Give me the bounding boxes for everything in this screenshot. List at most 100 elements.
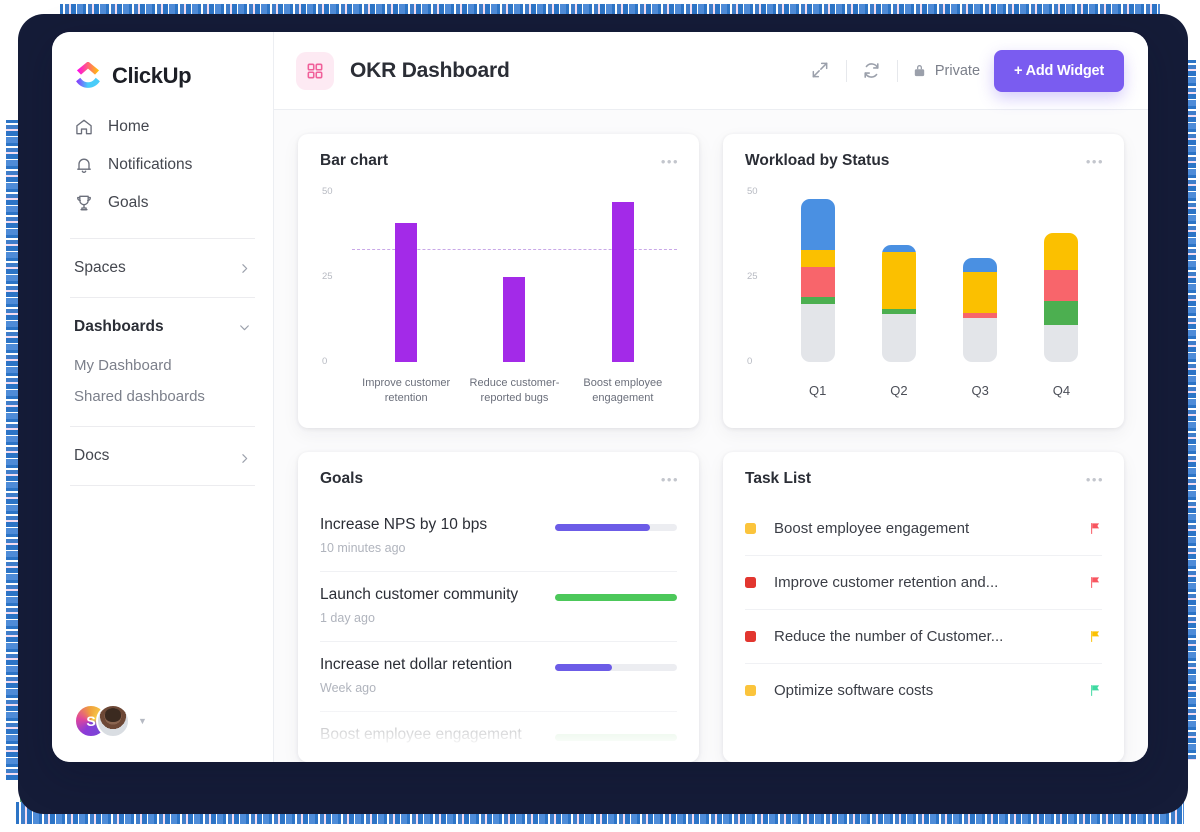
stacked-bars: [777, 192, 1102, 362]
goal-timestamp: Week ago: [320, 681, 377, 695]
task-status-indicator[interactable]: [745, 685, 756, 696]
topbar: OKR Dashboard Private + Add Widget: [274, 32, 1148, 110]
task-row[interactable]: Boost employee engagement: [745, 502, 1102, 556]
widget-title: Workload by Status: [745, 152, 890, 169]
bar-group[interactable]: [777, 192, 858, 362]
bar-segment[interactable]: [963, 317, 998, 362]
sidebar-item-label: Notifications: [108, 156, 193, 173]
brand[interactable]: ClickUp: [52, 32, 273, 90]
user-avatars[interactable]: S ▼: [74, 704, 147, 738]
widget-menu-icon[interactable]: •••: [661, 472, 679, 487]
sidebar-item-my-dashboard[interactable]: My Dashboard: [52, 350, 273, 381]
sidebar-item-home[interactable]: Home: [52, 108, 273, 146]
y-axis-tick: 0: [747, 356, 753, 367]
flag-icon[interactable]: [1089, 575, 1102, 590]
sidebar-item-goals[interactable]: Goals: [52, 184, 273, 222]
task-status-indicator[interactable]: [745, 523, 756, 534]
goal-item[interactable]: Increase NPS by 10 bps 10 minutes ago: [320, 502, 677, 572]
bar-segment[interactable]: [881, 251, 916, 310]
add-widget-button[interactable]: + Add Widget: [994, 49, 1124, 92]
bar-segment[interactable]: [1044, 270, 1079, 301]
task-row[interactable]: Improve customer retention and...: [745, 556, 1102, 610]
bar-group[interactable]: [1021, 192, 1102, 362]
goal-item[interactable]: Increase net dollar retention Week ago: [320, 642, 677, 712]
bar-segment[interactable]: [800, 198, 835, 250]
bar-segment[interactable]: [1044, 324, 1079, 362]
sidebar: ClickUp Home Notifications Goals Spaces …: [52, 32, 274, 762]
bar-group[interactable]: [940, 192, 1021, 362]
bar[interactable]: [611, 202, 634, 362]
goal-timestamp: 10 minutes ago: [320, 541, 406, 555]
bar[interactable]: [503, 277, 526, 362]
bar-segment[interactable]: [963, 258, 998, 272]
bar[interactable]: [395, 222, 418, 362]
x-axis-label: Reduce customer-reported bugs: [469, 377, 560, 404]
bar-segment[interactable]: [800, 266, 835, 298]
flag-icon[interactable]: [1089, 521, 1102, 536]
goal-item[interactable]: Boost employee engagement: [320, 712, 677, 762]
y-axis-tick: 50: [747, 186, 758, 197]
chevron-right-icon: [238, 452, 251, 465]
task-name: Improve customer retention and...: [774, 574, 999, 591]
widget-menu-icon[interactable]: •••: [661, 154, 679, 169]
task-status-indicator[interactable]: [745, 631, 756, 642]
task-name: Boost employee engagement: [774, 520, 970, 537]
widget-menu-icon[interactable]: •••: [1086, 154, 1104, 169]
divider: [70, 297, 255, 298]
bar-segment[interactable]: [881, 244, 916, 252]
expand-icon[interactable]: [810, 60, 832, 82]
goal-item[interactable]: Launch customer community 1 day ago: [320, 572, 677, 642]
divider: [70, 426, 255, 427]
bar-segment[interactable]: [800, 304, 835, 362]
task-row[interactable]: Reduce the number of Customer...: [745, 610, 1102, 664]
stacked-bar[interactable]: [1044, 232, 1079, 362]
sidebar-section-dashboards[interactable]: Dashboards: [52, 304, 273, 350]
goal-name: Boost employee engagement: [320, 726, 522, 743]
widget-header: Task List •••: [723, 452, 1124, 488]
sidebar-section-label: Spaces: [74, 259, 126, 276]
flag-icon[interactable]: [1089, 629, 1102, 644]
goal-text: Launch customer community 1 day ago: [320, 586, 518, 625]
brand-name: ClickUp: [112, 63, 192, 88]
flag-icon[interactable]: [1089, 683, 1102, 698]
page-title: OKR Dashboard: [350, 58, 510, 82]
refresh-icon[interactable]: [861, 60, 883, 82]
bars: [352, 192, 677, 362]
goal-progress-fill: [555, 734, 677, 741]
bar-group[interactable]: [460, 192, 568, 362]
bar-segment[interactable]: [963, 271, 998, 313]
bar-chart-canvas: 0 25 50 Improve customer retention Reduce c…: [312, 178, 685, 410]
bar-group[interactable]: [352, 192, 460, 362]
sidebar-item-shared-dashboards[interactable]: Shared dashboards: [52, 381, 273, 412]
stacked-bar[interactable]: [881, 244, 916, 362]
bar-segment[interactable]: [800, 249, 835, 267]
stacked-bar[interactable]: [963, 258, 998, 362]
privacy-toggle[interactable]: Private: [912, 62, 980, 79]
x-axis-label: Q3: [971, 383, 989, 398]
bar-segment[interactable]: [881, 314, 916, 362]
stacked-bar[interactable]: [800, 198, 835, 362]
screenshot-frame: ClickUp Home Notifications Goals Spaces …: [0, 0, 1200, 832]
goal-text: Increase NPS by 10 bps 10 minutes ago: [320, 516, 487, 555]
x-axis-label: Q4: [1052, 383, 1071, 398]
task-row[interactable]: Optimize software costs: [745, 664, 1102, 717]
bar-group[interactable]: [858, 192, 939, 362]
avatar-photo[interactable]: [96, 704, 130, 738]
bar-segment[interactable]: [1044, 232, 1079, 271]
y-axis-tick: 50: [322, 186, 333, 197]
task-status-indicator[interactable]: [745, 577, 756, 588]
chevron-down-icon[interactable]: ▼: [138, 716, 147, 726]
sidebar-item-notifications[interactable]: Notifications: [52, 146, 273, 184]
bar-group[interactable]: [569, 192, 677, 362]
widget-header: Bar chart •••: [298, 134, 699, 170]
app-window: ClickUp Home Notifications Goals Spaces …: [52, 32, 1148, 762]
bar-segment[interactable]: [800, 297, 835, 305]
trophy-icon: [74, 193, 94, 213]
widget-menu-icon[interactable]: •••: [1086, 472, 1104, 487]
bar-segment[interactable]: [1044, 300, 1079, 325]
sidebar-section-label: Docs: [74, 447, 110, 464]
divider: [845, 59, 847, 82]
sidebar-section-docs[interactable]: Docs: [52, 433, 273, 479]
sidebar-section-spaces[interactable]: Spaces: [52, 245, 273, 291]
goal-text: Boost employee engagement: [320, 726, 522, 751]
